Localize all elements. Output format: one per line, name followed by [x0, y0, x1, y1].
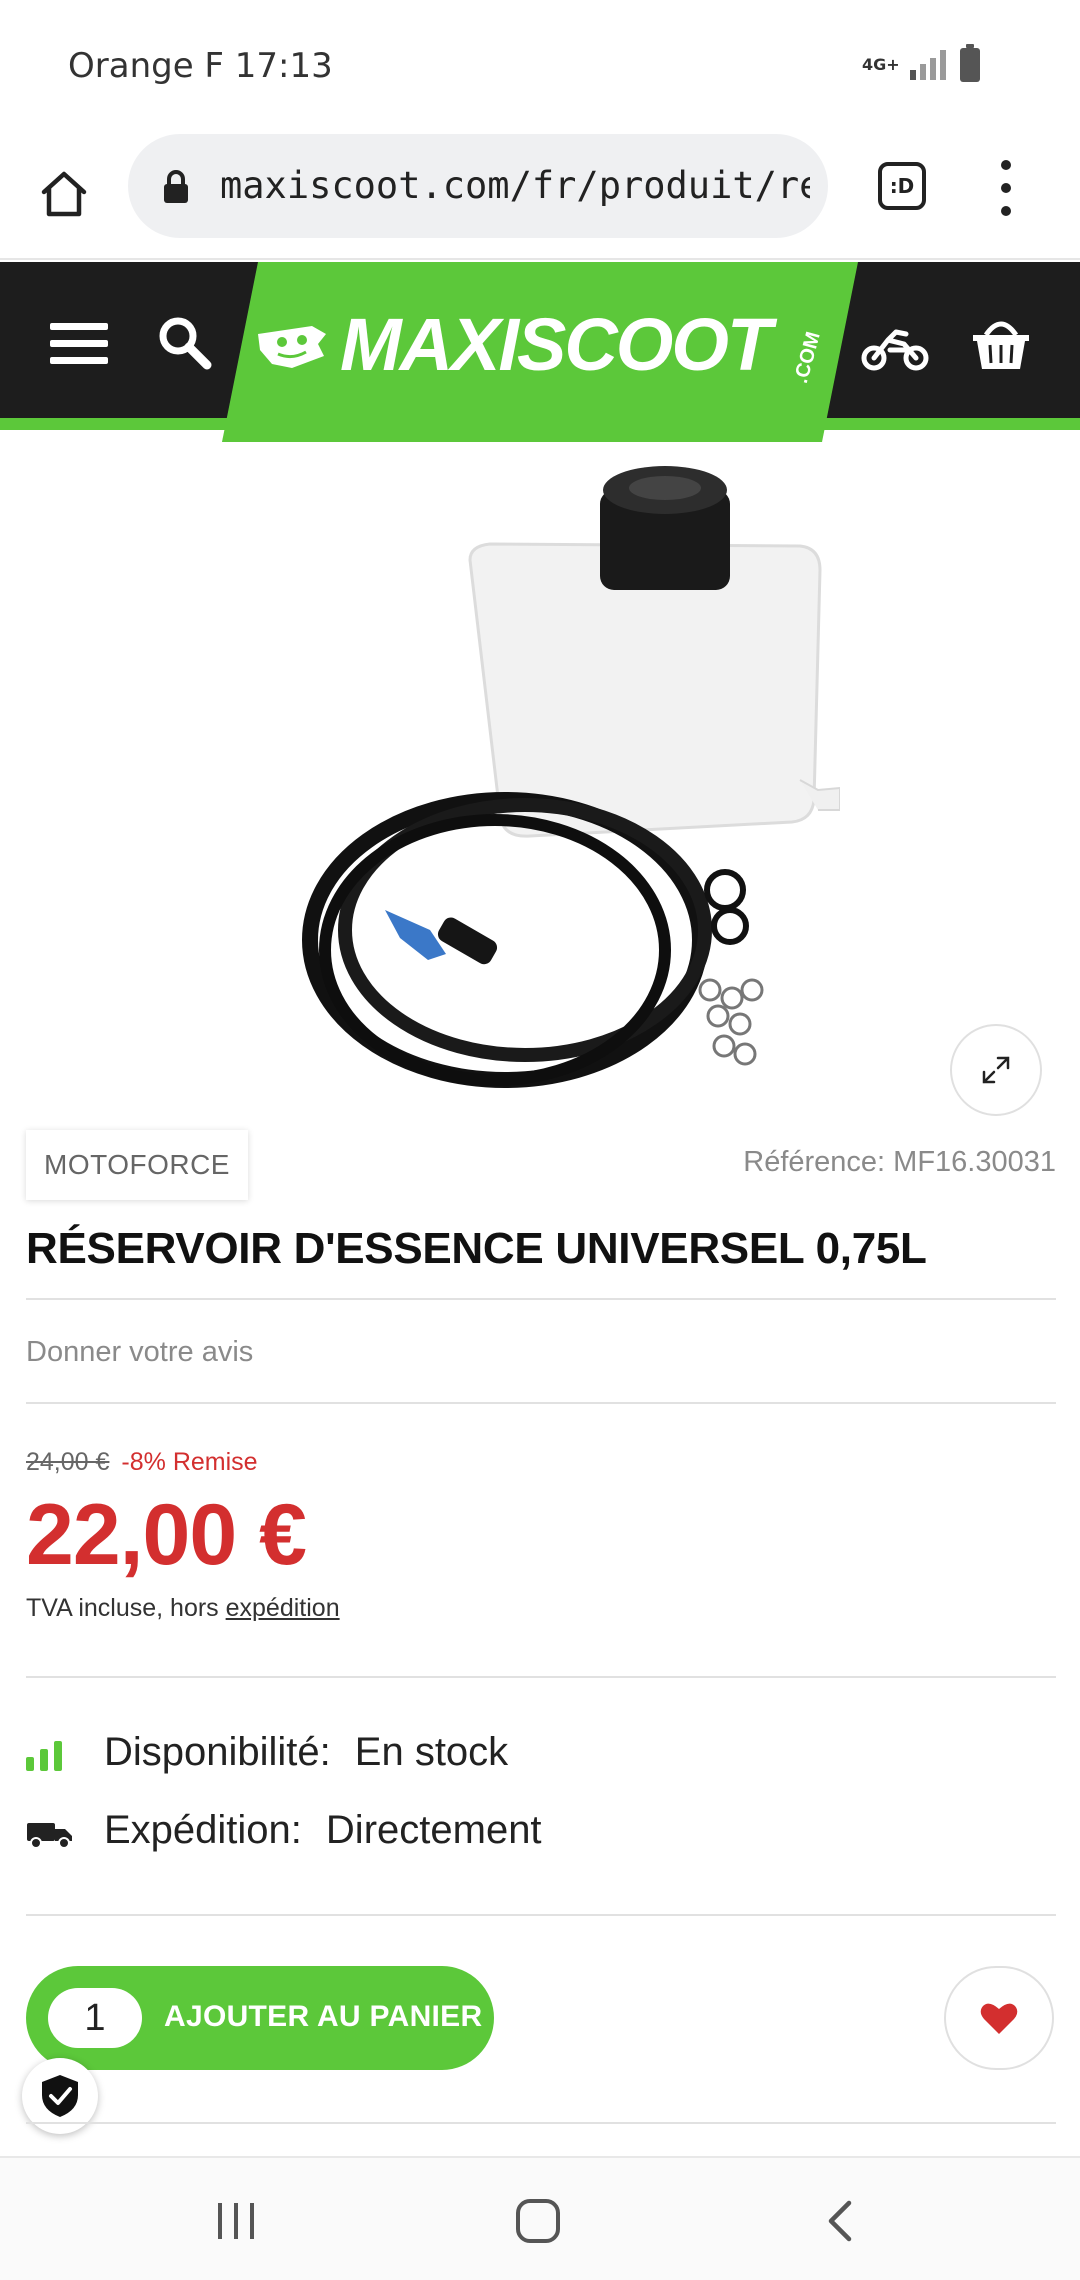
- menu-button[interactable]: [44, 308, 114, 378]
- shipping-value: Directement: [325, 1808, 542, 1852]
- shipping-row: Expédition: Directement: [26, 1808, 542, 1853]
- brand-badge[interactable]: MOTOFORCE: [26, 1130, 248, 1200]
- back-icon: [828, 2200, 852, 2242]
- status-icons: 4G+: [862, 44, 980, 82]
- status-bar: Orange F 17:13 4G+: [0, 0, 1080, 130]
- cart-button[interactable]: [966, 308, 1036, 378]
- divider: [26, 1402, 1056, 1404]
- menu-icon: [50, 322, 108, 364]
- signal-icon: [910, 50, 946, 80]
- zoom-button[interactable]: [950, 1024, 1042, 1116]
- search-icon: [159, 317, 212, 370]
- header-accent-line: [0, 418, 1080, 430]
- carrier-time: Orange F 17:13: [68, 46, 333, 86]
- lock-icon: [164, 170, 188, 203]
- battery-icon: [960, 44, 980, 82]
- delivery-truck-icon: [27, 1822, 72, 1849]
- expand-icon: [982, 1056, 1010, 1084]
- price-discount-row: 24,00 € -8% Remise: [26, 1448, 258, 1477]
- wishlist-button[interactable]: [944, 1966, 1054, 2070]
- browser-toolbar: maxiscoot.com/fr/produit/rese :D: [0, 130, 1080, 260]
- old-price: 24,00 €: [26, 1448, 110, 1476]
- product-title: RÉSERVOIR D'ESSENCE UNIVERSEL 0,75L: [26, 1224, 927, 1273]
- mascot-logo-icon: [258, 326, 326, 368]
- product-image[interactable]: [240, 450, 840, 1130]
- shield-check-icon: [42, 2075, 78, 2117]
- site-header: MAXISCOOT .COM: [0, 262, 1080, 430]
- divider: [26, 1298, 1056, 1300]
- quantity-input[interactable]: 1: [48, 1988, 142, 2048]
- availability-value: En stock: [354, 1730, 509, 1774]
- back-button[interactable]: [810, 2196, 870, 2246]
- tax-info: TVA incluse, hors expédition: [26, 1594, 340, 1623]
- add-to-cart-label: AJOUTER AU PANIER: [164, 2000, 483, 2033]
- divider: [26, 1676, 1056, 1678]
- home-icon: [41, 171, 87, 217]
- product-reference: Référence: MF16.30031: [743, 1146, 1056, 1178]
- address-bar[interactable]: maxiscoot.com/fr/produit/rese: [128, 134, 828, 238]
- add-to-cart-button[interactable]: 1 AJOUTER AU PANIER: [26, 1966, 494, 2070]
- garage-button[interactable]: [860, 314, 930, 384]
- recents-button[interactable]: [206, 2196, 266, 2246]
- android-home-button[interactable]: [508, 2196, 568, 2246]
- availability-label: Disponibilité:: [104, 1730, 331, 1774]
- more-vert-icon[interactable]: [990, 160, 1022, 216]
- basket-icon: [973, 321, 1029, 369]
- shipping-info-link[interactable]: expédition: [226, 1594, 340, 1622]
- divider: [26, 1914, 1056, 1916]
- url-text: maxiscoot.com/fr/produit/rese: [220, 164, 810, 207]
- recents-icon: [218, 2203, 254, 2239]
- heart-icon: [980, 2003, 1018, 2034]
- divider: [26, 2122, 1056, 2124]
- discount-label: -8% Remise: [121, 1448, 258, 1476]
- android-navigation-bar: [0, 2156, 1080, 2280]
- availability-row: Disponibilité: En stock: [26, 1730, 508, 1775]
- tabs-button[interactable]: :D: [878, 162, 926, 210]
- tax-text: TVA incluse, hors: [26, 1594, 226, 1622]
- current-price: 22,00 €: [26, 1487, 307, 1583]
- home-circle-icon: [516, 2199, 560, 2243]
- shipping-label: Expédition:: [104, 1808, 302, 1852]
- browser-home-button[interactable]: [30, 160, 98, 228]
- motorbike-icon: [861, 329, 929, 371]
- review-link[interactable]: Donner votre avis: [26, 1336, 253, 1369]
- search-button[interactable]: [150, 308, 220, 378]
- stock-level-icon: [26, 1740, 62, 1771]
- network-type: 4G+: [862, 55, 900, 74]
- site-logo: MAXISCOOT: [340, 303, 772, 386]
